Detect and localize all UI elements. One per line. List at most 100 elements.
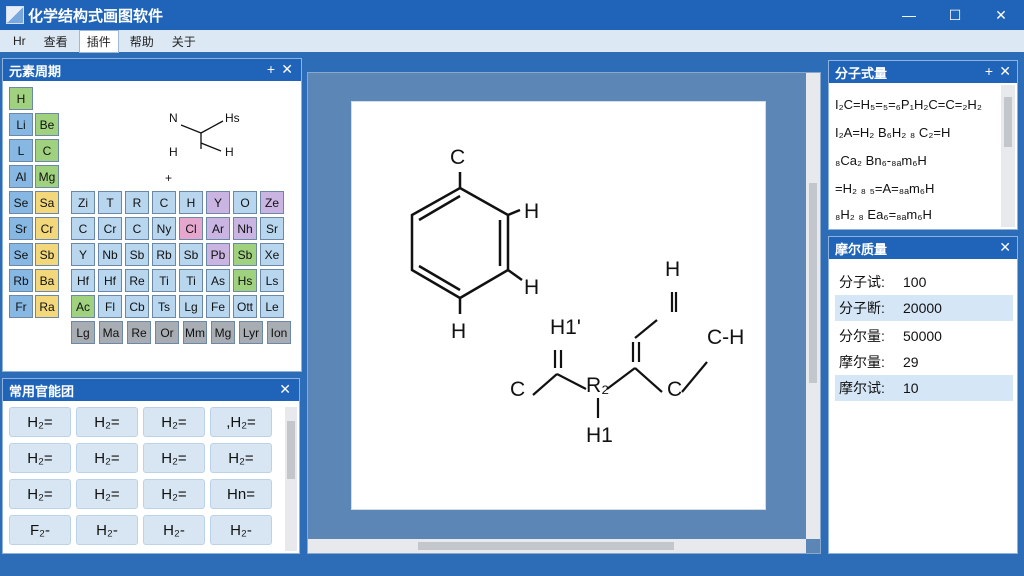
element-cell[interactable]: Or xyxy=(155,321,179,344)
element-cell[interactable]: Rb xyxy=(9,269,33,292)
element-cell[interactable]: Y xyxy=(206,191,230,214)
element-cell[interactable]: C xyxy=(35,139,59,162)
element-cell[interactable]: Rb xyxy=(152,243,176,266)
element-cell[interactable]: Mm xyxy=(183,321,207,344)
element-cell[interactable]: Sb xyxy=(125,243,149,266)
close-icon[interactable]: ✕ xyxy=(999,63,1011,80)
element-cell[interactable]: Pb xyxy=(206,243,230,266)
atom-h-ring-2[interactable]: H xyxy=(524,276,539,300)
drawing-sheet[interactable]: C H H H H H1' C R₂ H1 C C-H xyxy=(351,101,766,510)
atom-c-chain-left[interactable]: C xyxy=(510,378,525,402)
element-cell[interactable]: C xyxy=(125,217,149,240)
atom-r2[interactable]: R₂ xyxy=(586,374,609,398)
functional-group-button[interactable]: H₂- xyxy=(210,515,272,545)
element-cell[interactable]: Y xyxy=(71,243,95,266)
element-cell[interactable]: H xyxy=(9,87,33,110)
element-cell[interactable]: Mg xyxy=(35,165,59,188)
element-cell[interactable]: Fr xyxy=(9,295,33,318)
formula-scroll-thumb[interactable] xyxy=(1004,97,1012,147)
functional-group-button[interactable]: H₂= xyxy=(143,479,205,509)
element-cell[interactable]: Lyr xyxy=(239,321,263,344)
atom-h-ring-3[interactable]: H xyxy=(451,320,466,344)
element-cell[interactable]: Le xyxy=(260,295,284,318)
atom-h-chain-top[interactable]: H xyxy=(665,258,680,282)
element-cell[interactable]: Cl xyxy=(179,217,203,240)
element-cell[interactable]: Ti xyxy=(179,269,203,292)
canvas-scroll-thumb-v[interactable] xyxy=(809,183,817,383)
functional-group-button[interactable]: H₂= xyxy=(9,479,71,509)
element-cell[interactable]: Ion xyxy=(267,321,291,344)
element-cell[interactable]: Hs xyxy=(233,269,257,292)
close-icon[interactable]: ✕ xyxy=(281,61,293,78)
functional-group-button[interactable]: H₂= xyxy=(9,407,71,437)
element-cell[interactable]: Cr xyxy=(35,217,59,240)
element-cell[interactable]: Ls xyxy=(260,269,284,292)
functional-group-button[interactable]: F₂- xyxy=(9,515,71,545)
functional-group-button[interactable]: H₂= xyxy=(76,443,138,473)
element-cell[interactable]: Ac xyxy=(71,295,95,318)
element-cell[interactable]: Li xyxy=(9,113,33,136)
functional-group-button[interactable]: H₂= xyxy=(76,479,138,509)
atom-c-h[interactable]: C-H xyxy=(707,326,744,350)
pin-icon[interactable]: + xyxy=(267,61,275,77)
atom-h1-bottom[interactable]: H1 xyxy=(586,424,613,448)
element-cell[interactable]: O xyxy=(233,191,257,214)
menu-item-view[interactable]: 查看 xyxy=(37,31,75,52)
element-cell[interactable]: R xyxy=(125,191,149,214)
element-cell[interactable]: Sa xyxy=(35,191,59,214)
element-cell[interactable]: L xyxy=(9,139,33,162)
element-cell[interactable]: Hf xyxy=(98,269,122,292)
minimize-button[interactable]: — xyxy=(886,0,932,30)
element-cell[interactable]: Sr xyxy=(9,217,33,240)
menu-item-plugins[interactable]: 插件 xyxy=(78,29,119,53)
functional-group-button[interactable]: H₂= xyxy=(143,407,205,437)
element-cell[interactable]: Xe xyxy=(260,243,284,266)
element-cell[interactable]: Nb xyxy=(98,243,122,266)
element-cell[interactable]: Ts xyxy=(152,295,176,318)
element-cell[interactable]: Cb xyxy=(125,295,149,318)
element-cell[interactable]: Sb xyxy=(179,243,203,266)
element-cell[interactable]: Sr xyxy=(260,217,284,240)
element-cell[interactable]: Nh xyxy=(233,217,257,240)
atom-h-ring-1[interactable]: H xyxy=(524,200,539,224)
element-cell[interactable]: Se xyxy=(9,191,33,214)
functional-group-button[interactable]: H₂- xyxy=(143,515,205,545)
canvas-scrollbar-vertical[interactable] xyxy=(806,73,820,539)
element-cell[interactable]: Sb xyxy=(35,243,59,266)
element-cell[interactable]: Fl xyxy=(98,295,122,318)
formula-scrollbar[interactable] xyxy=(1001,85,1015,227)
functional-group-button[interactable]: H₂= xyxy=(143,443,205,473)
scroll-thumb[interactable] xyxy=(287,421,295,479)
menu-item-about[interactable]: 关于 xyxy=(165,31,203,52)
atom-h1-prime[interactable]: H1' xyxy=(550,316,581,340)
element-cell[interactable]: Ti xyxy=(152,269,176,292)
groups-scrollbar[interactable] xyxy=(285,407,297,551)
element-cell[interactable]: Cr xyxy=(98,217,122,240)
element-cell[interactable]: Ma xyxy=(99,321,123,344)
element-cell[interactable]: Ra xyxy=(35,295,59,318)
functional-group-button[interactable]: H₂= xyxy=(210,443,272,473)
element-cell[interactable]: H xyxy=(179,191,203,214)
pin-icon[interactable]: + xyxy=(985,63,993,79)
element-cell[interactable]: Re xyxy=(125,269,149,292)
element-cell[interactable]: Ba xyxy=(35,269,59,292)
element-cell[interactable]: Ny xyxy=(152,217,176,240)
element-cell[interactable]: Ze xyxy=(260,191,284,214)
functional-group-button[interactable]: H₂= xyxy=(76,407,138,437)
functional-group-button[interactable]: H₂- xyxy=(76,515,138,545)
close-icon[interactable]: ✕ xyxy=(279,381,291,398)
element-cell[interactable]: As xyxy=(206,269,230,292)
element-cell[interactable]: C xyxy=(71,217,95,240)
functional-group-button[interactable]: Hn= xyxy=(210,479,272,509)
element-cell[interactable]: Al xyxy=(9,165,33,188)
element-cell[interactable]: Lg xyxy=(71,321,95,344)
element-cell[interactable]: C xyxy=(152,191,176,214)
canvas-scrollbar-horizontal[interactable] xyxy=(308,539,806,553)
element-cell[interactable]: Ott xyxy=(233,295,257,318)
element-cell[interactable]: Lg xyxy=(179,295,203,318)
menu-item-help[interactable]: 帮助 xyxy=(123,31,161,52)
element-cell[interactable]: Re xyxy=(127,321,151,344)
drawing-canvas-area[interactable]: C H H H H H1' C R₂ H1 C C-H xyxy=(307,72,821,554)
element-cell[interactable]: Hf xyxy=(71,269,95,292)
menu-item-file[interactable]: Hr xyxy=(6,32,33,50)
